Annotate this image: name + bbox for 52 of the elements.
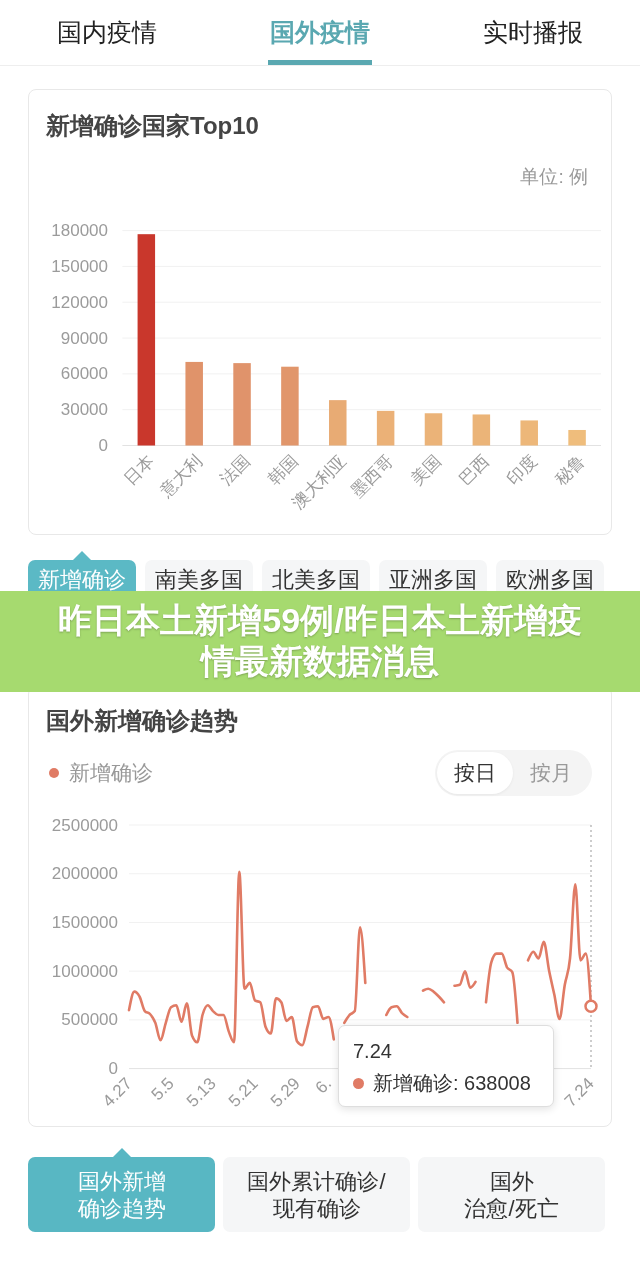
bar	[520, 420, 538, 446]
axis-label: 180000	[51, 221, 108, 241]
axis-label: 2000000	[51, 864, 118, 884]
axis-label: 60000	[60, 364, 108, 384]
bar	[472, 414, 491, 446]
tab-pointer-icon	[112, 1148, 131, 1157]
bar	[424, 413, 443, 446]
axis-label: 0	[98, 436, 108, 455]
axis-label: 2500000	[51, 815, 118, 835]
tab-pointer-icon	[73, 551, 91, 560]
axis-label: 7.24	[560, 1073, 598, 1111]
bottom-tab[interactable]: 国外累计确诊/ 现有确诊	[223, 1157, 410, 1232]
axis-label: 5.5	[147, 1073, 178, 1105]
axis-label: 墨西哥	[347, 451, 398, 502]
legend-label: 新增确诊	[69, 760, 153, 786]
region-tab[interactable]: 南美多国	[145, 560, 253, 591]
top-tab[interactable]: 实时播报	[481, 0, 586, 65]
card-title: 新增确诊国家Top10	[46, 111, 259, 141]
axis-label: 法国	[216, 451, 254, 490]
axis-label: 120000	[51, 292, 108, 312]
axis-label: 巴西	[455, 451, 494, 490]
axis-label: 日本	[120, 451, 159, 490]
tooltip-title: 7.24	[353, 1039, 392, 1064]
axis-label: 150000	[51, 256, 108, 276]
top-tab[interactable]: 国内疫情	[54, 0, 159, 65]
axis-label: 0	[108, 1059, 118, 1079]
axis-label: 1500000	[51, 912, 118, 932]
unit-label: 单位: 例	[520, 165, 588, 189]
axis-label: 5.21	[224, 1073, 262, 1111]
region-tab[interactable]: 欧洲多国	[496, 560, 604, 591]
axis-label: 美国	[407, 451, 446, 490]
bottom-tab[interactable]: 国外 治愈/死亡	[418, 1157, 605, 1232]
axis-label: 印度	[503, 451, 541, 490]
axis-label: 秘鲁	[551, 451, 589, 490]
axis-label: 1000000	[51, 961, 118, 981]
card-title: 国外新增确诊趋势	[46, 706, 238, 736]
bar	[568, 430, 586, 446]
axis-label: 30000	[60, 400, 108, 420]
region-tab[interactable]: 亚洲多国	[379, 560, 487, 591]
bar	[329, 400, 347, 446]
tooltip-value: 新增确诊: 638008	[373, 1071, 531, 1096]
tooltip-dot-icon	[353, 1077, 364, 1089]
axis-label: 90000	[60, 328, 108, 348]
headline-banner: 昨日本土新增59例/昨日本土新增疫情最新数据消息	[0, 591, 640, 692]
region-tab[interactable]: 北美多国	[262, 560, 370, 591]
axis-label: 500000	[61, 1010, 118, 1030]
axis-label: 韩国	[264, 451, 302, 490]
point-marker-icon	[584, 999, 598, 1013]
axis-label: 意大利	[156, 451, 206, 502]
toggle-option[interactable]: 按日	[437, 752, 513, 794]
bar	[376, 410, 395, 446]
axis-label: 6.	[311, 1073, 336, 1098]
